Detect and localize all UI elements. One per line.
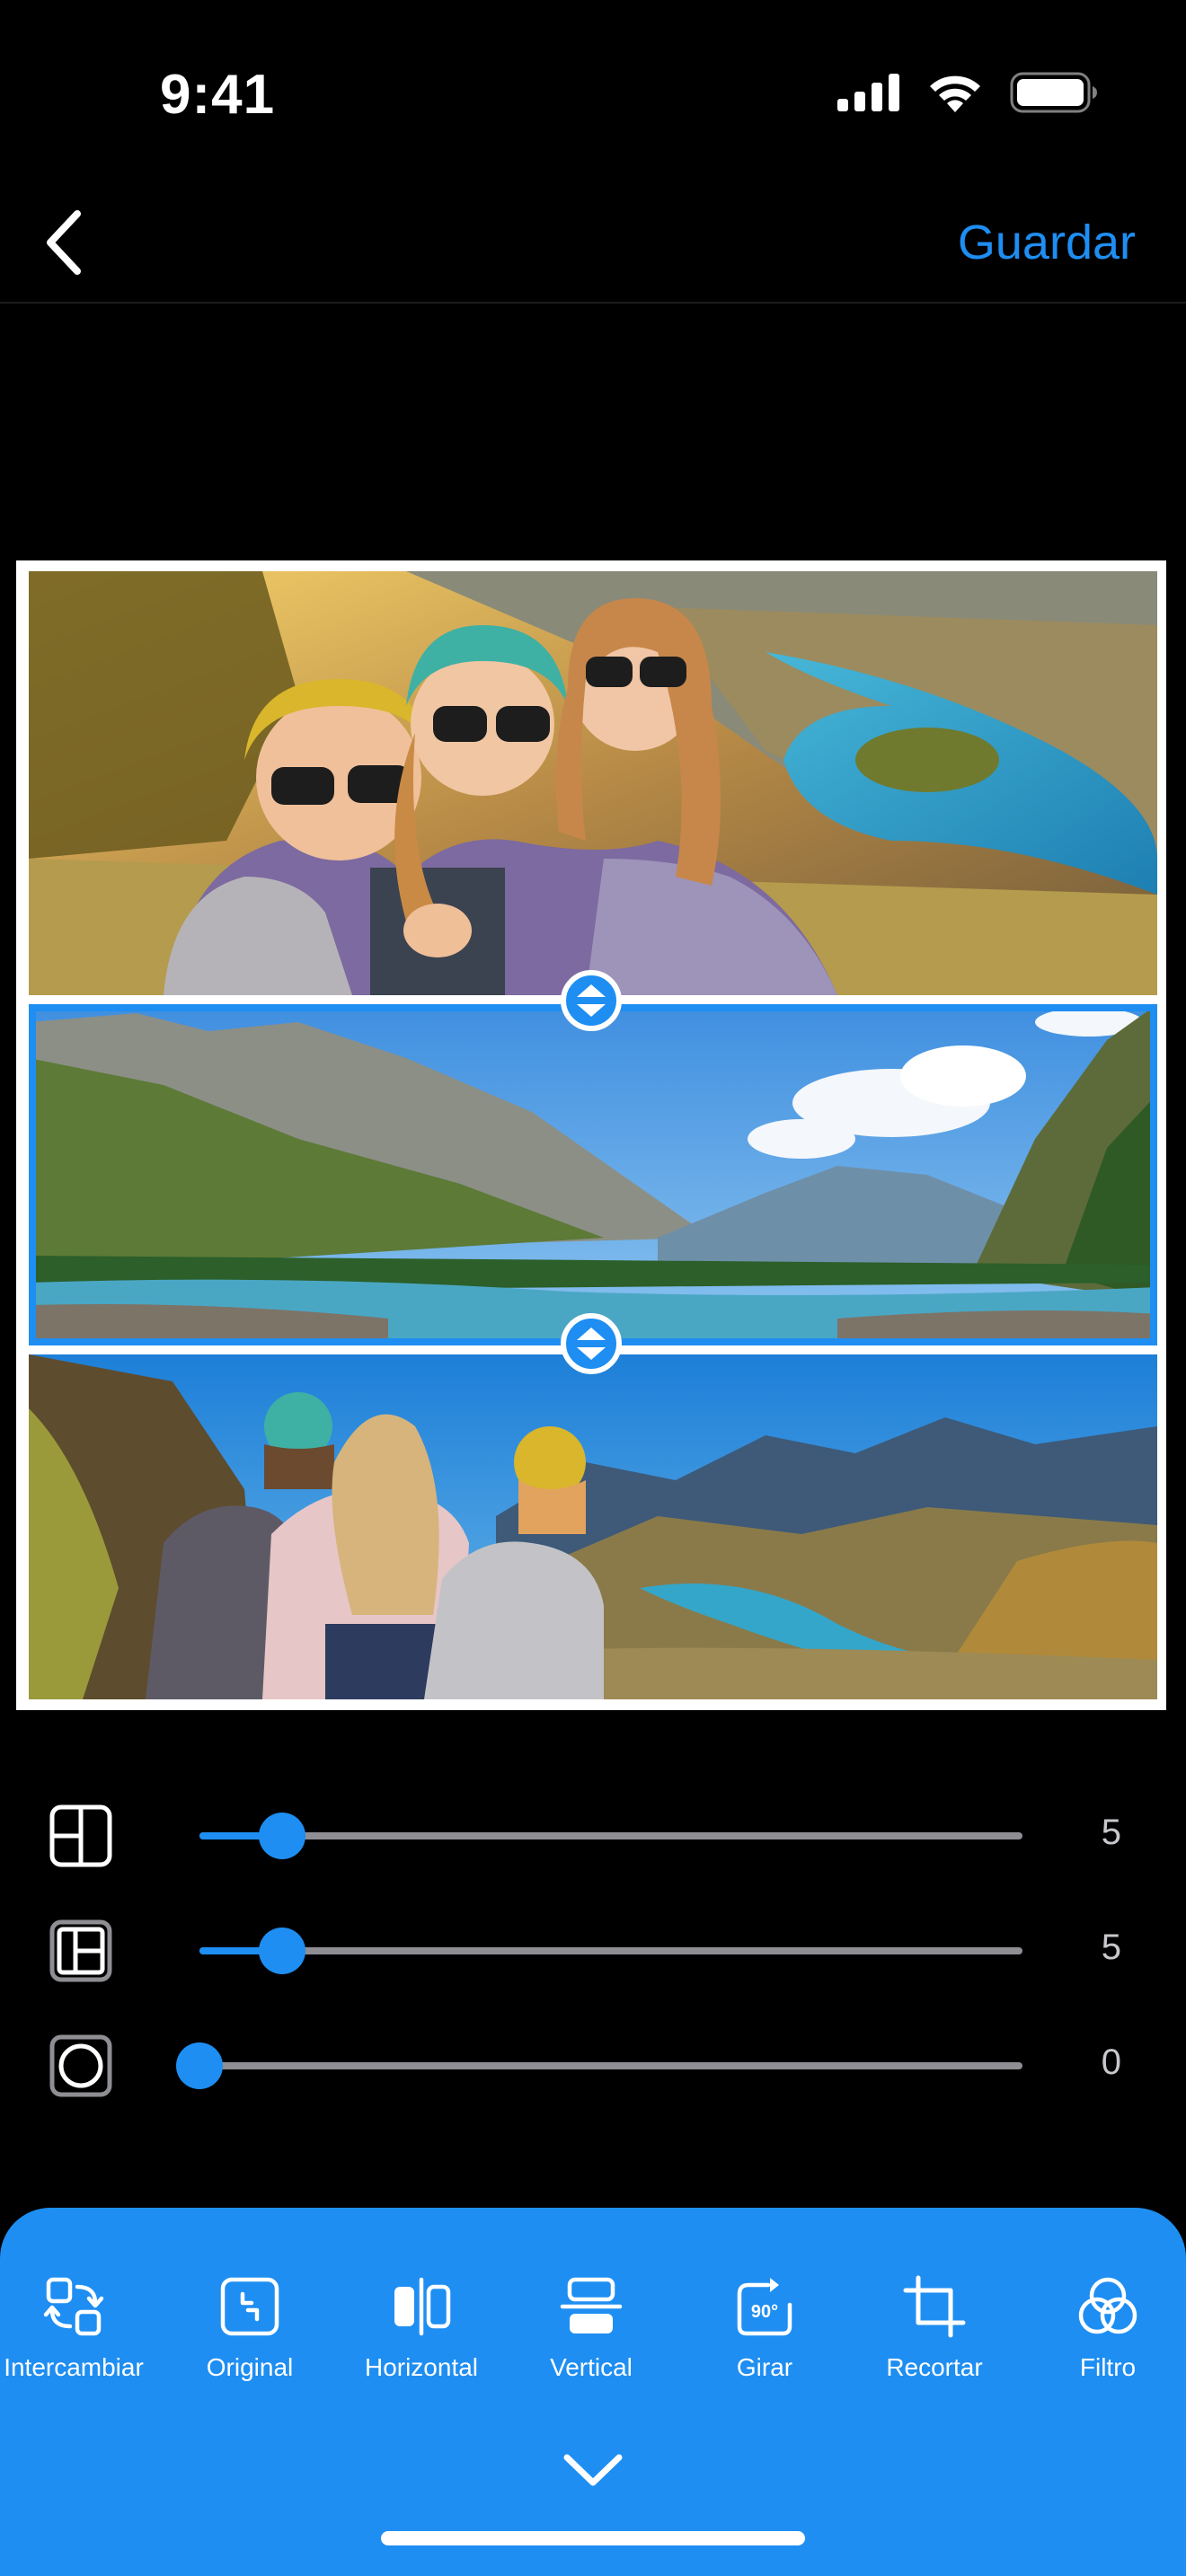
- original-icon: [220, 2277, 279, 2336]
- flip-horizontal-icon: [394, 2277, 451, 2336]
- corner-radius-icon: [49, 2034, 112, 2097]
- flip-vertical-label: Vertical: [550, 2353, 633, 2381]
- swap-button[interactable]: Intercambiar: [0, 2274, 159, 2382]
- slider-thumb[interactable]: [258, 1928, 305, 1974]
- collage-cell-friends-selfie[interactable]: [29, 571, 1157, 995]
- bottom-toolbar: Intercambiar Original Horizontal Vertica…: [0, 2208, 1186, 2576]
- swap-label: Intercambiar: [4, 2353, 144, 2381]
- status-icons: [837, 72, 1098, 113]
- original-label: Original: [206, 2353, 294, 2381]
- filter-button[interactable]: Filtro: [1022, 2274, 1186, 2382]
- resize-vertical-icon: [577, 1328, 606, 1360]
- chevron-down-icon: [563, 2454, 623, 2486]
- outer-border-slider-row: 5: [0, 1910, 1186, 1990]
- rotate-badge: 90°: [751, 2302, 778, 2322]
- rotate-label: Girar: [736, 2353, 793, 2381]
- inner-border-icon: [49, 1804, 112, 1867]
- cellular-signal-icon: [837, 74, 899, 111]
- friends-viewpoint-photo: [29, 1354, 1157, 1699]
- mountain-river-photo: [29, 1004, 1157, 1345]
- status-time: 9:41: [160, 64, 276, 126]
- chevron-left-icon: [47, 210, 81, 275]
- slider-thumb[interactable]: [258, 1813, 305, 1859]
- outer-border-slider[interactable]: [199, 1928, 1022, 1974]
- flip-horizontal-label: Horizontal: [364, 2353, 479, 2381]
- crop-icon: [903, 2275, 966, 2338]
- inner-border-slider-row: 5: [0, 1795, 1186, 1875]
- original-button[interactable]: Original: [164, 2274, 335, 2382]
- collage-canvas: [16, 560, 1166, 1710]
- crop-label: Recortar: [886, 2353, 983, 2381]
- navigation-bar: Guardar: [0, 189, 1186, 304]
- rotate-button[interactable]: 90° Girar: [679, 2274, 850, 2382]
- flip-vertical-icon: [560, 2277, 623, 2333]
- swap-icon: [43, 2277, 104, 2336]
- collage-cell-friends-viewpoint[interactable]: [29, 1354, 1157, 1699]
- row-resize-handle-bottom[interactable]: [561, 1313, 622, 1374]
- filter-icon: [1078, 2277, 1137, 2334]
- flip-horizontal-button[interactable]: Horizontal: [336, 2274, 507, 2382]
- status-bar: 9:41: [0, 0, 1186, 189]
- home-indicator: [381, 2531, 805, 2545]
- save-button[interactable]: Guardar: [958, 207, 1136, 278]
- corner-radius-slider-row: 0: [0, 2025, 1186, 2105]
- outer-border-value: 5: [1101, 1928, 1121, 1967]
- collapse-toolbar-button[interactable]: [557, 2447, 629, 2495]
- slider-thumb[interactable]: [176, 2042, 223, 2089]
- battery-icon: [1010, 72, 1097, 113]
- wifi-icon: [930, 75, 980, 112]
- back-button[interactable]: [27, 207, 99, 278]
- inner-border-value: 5: [1101, 1813, 1121, 1852]
- row-resize-handle-top[interactable]: [561, 970, 622, 1031]
- crop-button[interactable]: Recortar: [849, 2274, 1020, 2382]
- corner-radius-value: 0: [1101, 2042, 1121, 2082]
- rotate-90-icon: 90°: [737, 2278, 792, 2336]
- filter-label: Filtro: [1079, 2353, 1137, 2381]
- resize-vertical-icon: [577, 984, 606, 1017]
- corner-radius-slider[interactable]: [176, 2042, 1022, 2089]
- inner-border-slider[interactable]: [199, 1813, 1022, 1859]
- collage-cell-mountain-river[interactable]: [29, 1004, 1157, 1345]
- outer-border-icon: [49, 1919, 112, 1982]
- flip-vertical-button[interactable]: Vertical: [506, 2274, 677, 2382]
- friends-selfie-photo: [29, 571, 1157, 995]
